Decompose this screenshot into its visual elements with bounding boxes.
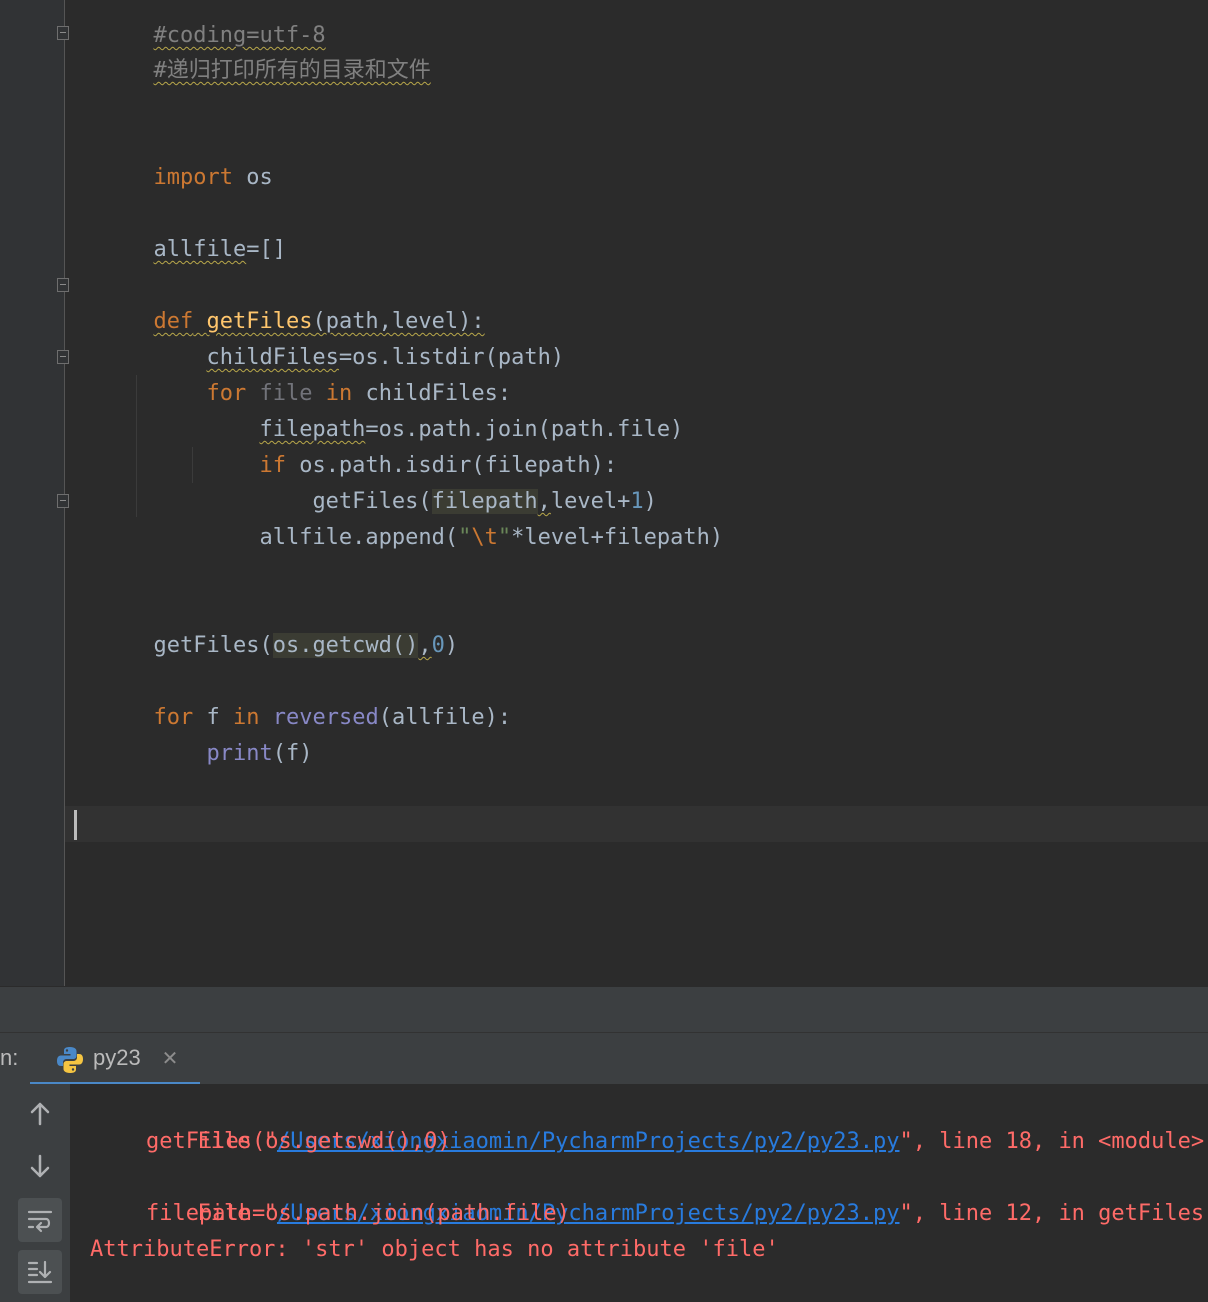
module-name: os [232, 165, 273, 190]
string-quote: " [458, 525, 472, 550]
assignment: =[] [246, 237, 286, 262]
python-icon [57, 1047, 83, 1073]
code-comment: #递归打印所有的目录和文件 [153, 58, 431, 83]
code-line[interactable]: for file in childFiles: [74, 340, 511, 406]
close-icon[interactable]: ✕ [160, 1048, 180, 1068]
comma: , [418, 633, 432, 658]
run-toolbar [0, 1084, 71, 1302]
traceback-text: ", line 12, in getFiles [899, 1201, 1205, 1226]
fold-marker-icon[interactable] [57, 350, 69, 364]
code-line[interactable]: #递归打印所有的目录和文件 [74, 17, 430, 83]
code-line[interactable]: for f in reversed(allfile): [74, 664, 511, 730]
run-tool-window-header: n: py23 ✕ [0, 1032, 1208, 1087]
scroll-to-end-icon[interactable] [18, 1250, 62, 1294]
code-line[interactable]: import os [74, 124, 272, 190]
soft-wrap-icon[interactable] [18, 1198, 62, 1242]
code-editor[interactable]: #coding=utf-8 #递归打印所有的目录和文件 import os al… [0, 0, 1208, 986]
code-line[interactable]: getFiles(os.getcwd(),0) [74, 592, 458, 658]
code-line[interactable]: allfile=[] [74, 196, 285, 262]
traceback-text: ", line 18, in <module> [899, 1129, 1205, 1154]
arrow-up-icon[interactable] [18, 1092, 62, 1136]
console-traceback-line: File "/Users/xiongxiaomin/PycharmProject… [118, 1088, 1204, 1154]
run-console[interactable]: File "/Users/xiongxiaomin/PycharmProject… [71, 1084, 1208, 1302]
arrow-down-icon[interactable] [18, 1144, 62, 1188]
code-line[interactable]: allfile.append("\t"*level+filepath) [74, 484, 723, 550]
run-tab-label: py23 [93, 1045, 141, 1070]
builtin-function: print [206, 741, 273, 766]
expression: *level+filepath) [511, 525, 724, 550]
code-line[interactable]: if os.path.isdir(filepath): [74, 412, 617, 478]
fold-marker-icon[interactable] [57, 26, 69, 40]
code-line[interactable]: filepath=os.path.join(path.file) [74, 376, 683, 442]
highlighted-argument: os.getcwd() [272, 633, 419, 658]
close-paren: ) [444, 633, 459, 658]
fold-marker-icon[interactable] [57, 278, 69, 292]
console-error-message: AttributeError: 'str' object has no attr… [90, 1237, 779, 1262]
escape-sequence: \t [471, 525, 498, 550]
function-call: allfile.append( [259, 525, 459, 550]
panel-splitter[interactable] [0, 986, 1208, 1033]
string-quote: " [497, 525, 512, 550]
text-caret [74, 810, 77, 840]
fold-marker-icon[interactable] [57, 494, 69, 508]
console-code-line: filepath=os.path.join(path.file) [146, 1201, 570, 1226]
console-traceback-line: File "/Users/xiongxiaomin/PycharmProject… [118, 1160, 1204, 1226]
code-line[interactable]: print(f) [74, 700, 312, 766]
code-line[interactable]: #coding=utf-8 [74, 0, 325, 48]
run-tab-py23[interactable]: py23 ✕ [30, 1033, 200, 1087]
function-call: getFiles( [153, 633, 273, 658]
variable-name: allfile [153, 237, 247, 262]
import-keyword: import [153, 165, 233, 190]
run-label: n: [0, 1045, 19, 1070]
number-literal: 0 [431, 633, 445, 658]
call-args: (f) [272, 741, 313, 766]
iterable: (allfile): [378, 705, 512, 730]
code-line[interactable]: childFiles=os.listdir(path) [74, 304, 564, 370]
ide-window: #coding=utf-8 #递归打印所有的目录和文件 import os al… [0, 0, 1208, 1302]
code-line[interactable]: def getFiles(path,level): [74, 268, 484, 334]
code-line[interactable]: getFiles(filepath,level+1) [74, 448, 657, 514]
console-code-line: getFiles(os.getcwd(),0) [146, 1129, 451, 1154]
current-line-highlight [65, 806, 1208, 842]
editor-gutter[interactable] [0, 0, 65, 986]
